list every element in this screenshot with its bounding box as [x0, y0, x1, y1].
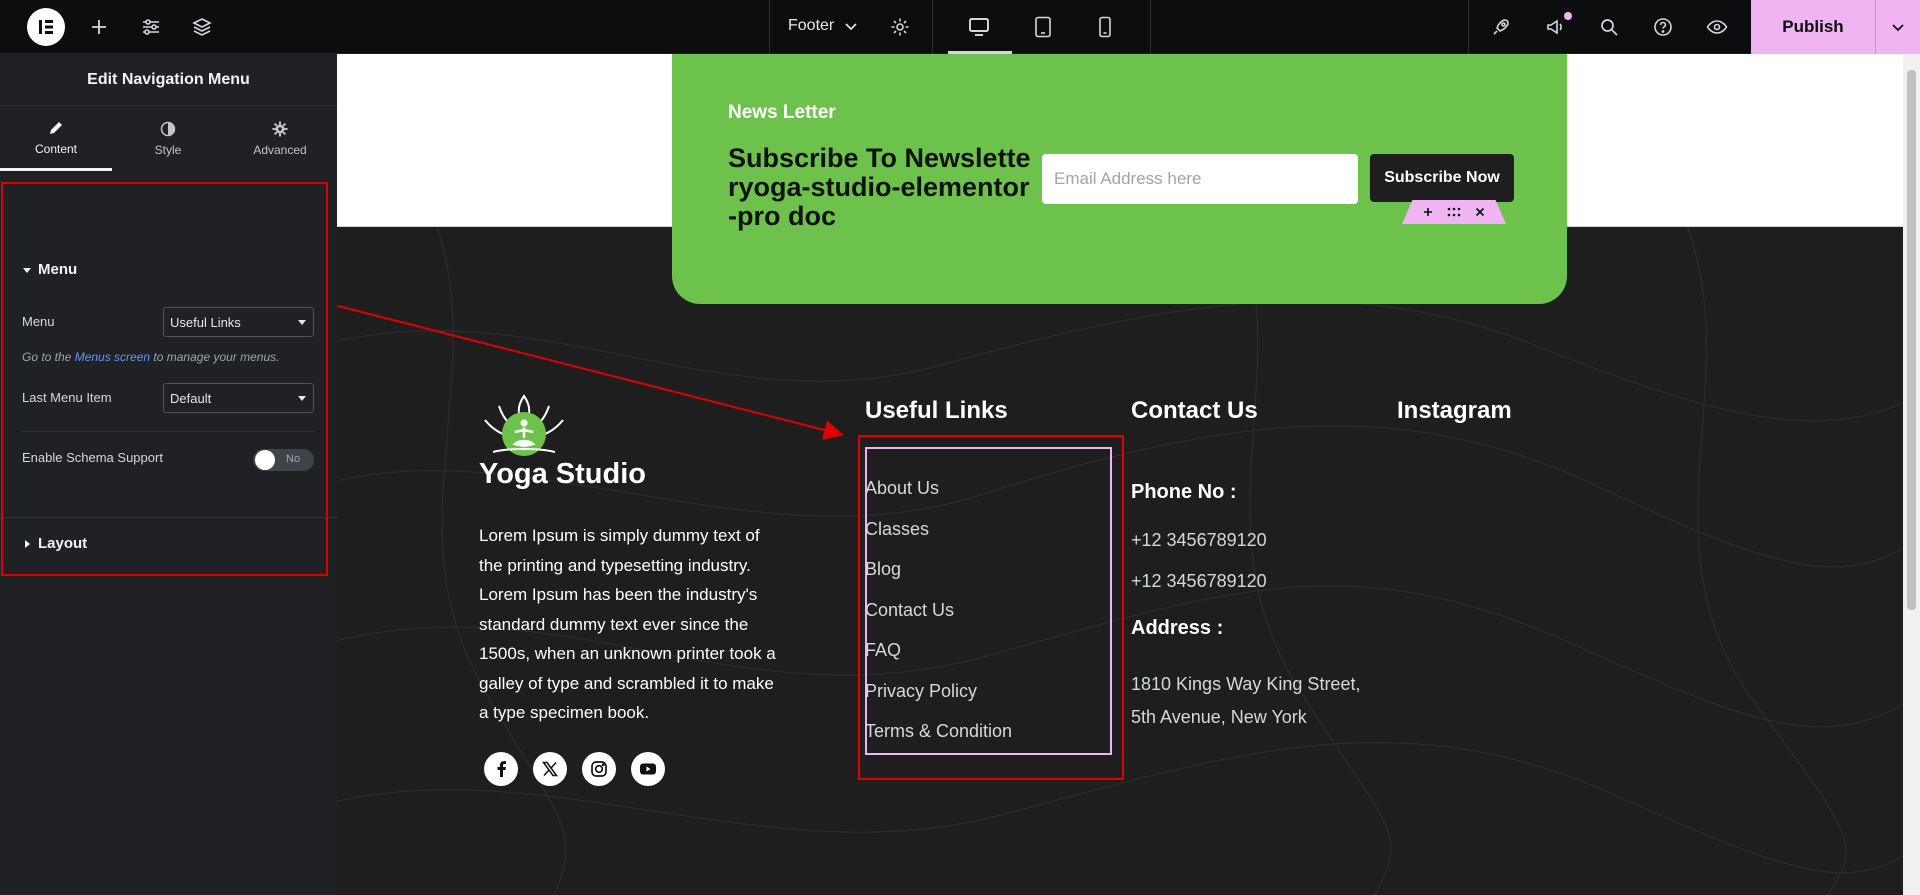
- tab-style-label: Style: [154, 143, 182, 157]
- section-handle: [1402, 200, 1506, 224]
- footer-link-about-us[interactable]: About Us: [865, 478, 939, 499]
- yoga-lotus-logo-icon: [479, 394, 569, 460]
- address-line: 5th Avenue, New York: [1131, 707, 1307, 727]
- desktop-view-icon[interactable]: [964, 12, 994, 42]
- chevron-down-icon: [845, 23, 857, 31]
- tab-advanced-label: Advanced: [253, 143, 307, 157]
- document-name-dropdown[interactable]: Footer: [788, 17, 858, 35]
- contact-title: Contact Us: [1131, 397, 1258, 424]
- gear-icon: [272, 121, 288, 137]
- tab-style[interactable]: Style: [112, 107, 224, 171]
- footer-link-contact-us[interactable]: Contact Us: [865, 600, 954, 621]
- address-label: Address :: [1131, 617, 1224, 639]
- tab-content-label: Content: [34, 141, 78, 156]
- footer-link-classes[interactable]: Classes: [865, 519, 929, 540]
- instagram-icon[interactable]: [582, 752, 616, 786]
- youtube-icon[interactable]: [631, 752, 665, 786]
- drag-handle-icon[interactable]: [1447, 207, 1461, 217]
- instagram-title: Instagram: [1397, 397, 1512, 424]
- publish-options-chevron-icon[interactable]: [1875, 0, 1920, 54]
- x-icon[interactable]: [533, 752, 567, 786]
- elementor-logo-icon[interactable]: [27, 8, 65, 46]
- preview-eye-icon[interactable]: [1702, 12, 1732, 42]
- add-section-icon[interactable]: [1423, 207, 1433, 217]
- publish-button-group: Publish: [1751, 0, 1920, 54]
- newsletter-section: News Letter Subscribe To Newsletteryoga-…: [672, 54, 1567, 304]
- launchpad-rocket-icon[interactable]: [1486, 12, 1516, 42]
- newsletter-kicker: News Letter: [728, 102, 836, 123]
- preview-canvas: News Letter Subscribe To Newsletteryoga-…: [337, 54, 1903, 895]
- search-icon[interactable]: [1594, 12, 1624, 42]
- tab-advanced[interactable]: Advanced: [224, 107, 336, 171]
- newsletter-title: Subscribe To Newsletteryoga-studio-eleme…: [728, 143, 1031, 231]
- close-icon[interactable]: [1475, 207, 1485, 217]
- editor-panel: Edit Navigation Menu Content Style Advan…: [0, 54, 337, 895]
- document-name-label: Footer: [788, 17, 835, 34]
- tab-content[interactable]: Content: [0, 107, 112, 171]
- notification-dot: [1564, 12, 1572, 20]
- help-icon[interactable]: [1648, 12, 1678, 42]
- email-input[interactable]: Email Address here: [1042, 154, 1358, 204]
- footer-link-faq[interactable]: FAQ: [865, 640, 901, 661]
- panel-title: Edit Navigation Menu: [0, 54, 337, 106]
- top-bar: Footer Publish: [0, 0, 1920, 54]
- facebook-icon[interactable]: [484, 752, 518, 786]
- annotation-highlight-box: [1, 182, 328, 576]
- useful-links-title: Useful Links: [865, 397, 1008, 424]
- phone-number: +12 3456789120: [1131, 530, 1267, 550]
- site-settings-icon[interactable]: [136, 12, 166, 42]
- about-text: Lorem Ipsum is simply dummy text of the …: [479, 526, 776, 722]
- page-settings-gear-icon[interactable]: [885, 12, 915, 42]
- footer-link-terms[interactable]: Terms & Condition: [865, 721, 1012, 742]
- tablet-view-icon[interactable]: [1028, 12, 1058, 42]
- canvas-scrollbar[interactable]: [1903, 54, 1920, 895]
- address-line: 1810 Kings Way King Street,: [1131, 674, 1361, 694]
- mobile-view-icon[interactable]: [1090, 12, 1120, 42]
- social-links: [484, 752, 665, 786]
- add-element-icon[interactable]: [84, 12, 114, 42]
- footer-link-blog[interactable]: Blog: [865, 559, 901, 580]
- publish-button[interactable]: Publish: [1751, 17, 1875, 37]
- half-circle-icon: [160, 121, 176, 137]
- structure-layers-icon[interactable]: [187, 12, 217, 42]
- scrollbar-thumb[interactable]: [1907, 70, 1916, 610]
- footer-link-privacy-policy[interactable]: Privacy Policy: [865, 681, 977, 702]
- brand-name: Yoga Studio: [479, 458, 647, 490]
- phone-number: +12 3456789120: [1131, 571, 1267, 591]
- phone-label: Phone No :: [1131, 481, 1237, 503]
- pencil-icon: [50, 121, 62, 134]
- subscribe-button[interactable]: Subscribe Now: [1370, 154, 1514, 202]
